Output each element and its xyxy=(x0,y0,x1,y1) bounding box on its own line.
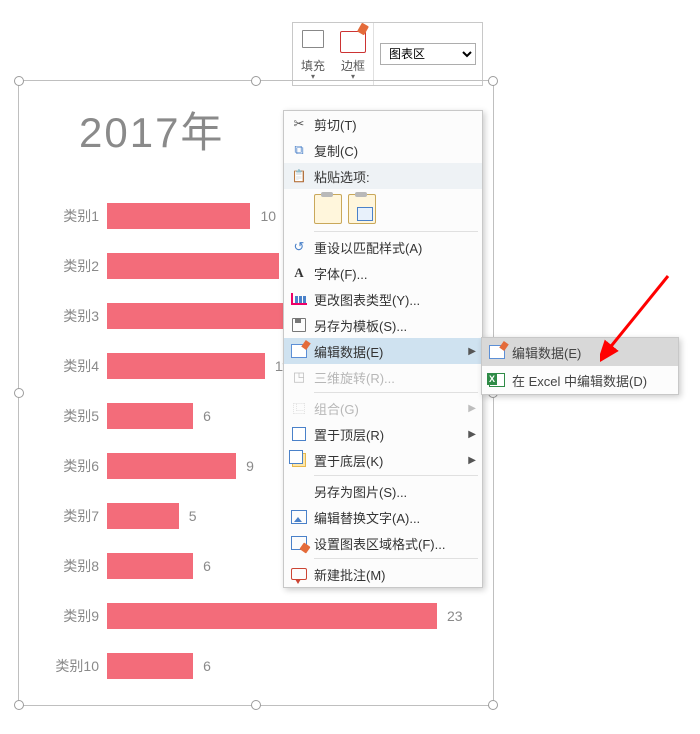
bar[interactable] xyxy=(107,353,265,379)
bar-row[interactable]: 类别10 6 xyxy=(49,641,473,691)
edit-data-icon xyxy=(284,344,314,358)
resize-handle[interactable] xyxy=(251,700,261,710)
data-label: 5 xyxy=(189,508,197,524)
outline-icon xyxy=(340,31,366,53)
menu-item-format-chart-area[interactable]: 设置图表区域格式(F)... xyxy=(284,530,482,556)
data-label: 6 xyxy=(203,658,211,674)
category-label: 类别1 xyxy=(49,206,107,226)
resize-handle[interactable] xyxy=(488,700,498,710)
font-icon xyxy=(284,265,314,281)
chart-element-selector[interactable]: 图表区 xyxy=(373,23,482,85)
menu-item-group: 组合(G) ▶ xyxy=(284,395,482,421)
outline-button[interactable]: 边框 ▾ xyxy=(333,23,373,85)
submenu-arrow-icon: ▶ xyxy=(468,429,476,440)
chart-title[interactable]: 2017年 xyxy=(79,99,224,160)
data-label: 6 xyxy=(203,408,211,424)
rotate-3d-icon xyxy=(284,369,314,385)
category-label: 类别6 xyxy=(49,456,107,476)
menu-item-save-template[interactable]: 另存为模板(S)... xyxy=(284,312,482,338)
menu-item-change-chart-type[interactable]: 更改图表类型(Y)... xyxy=(284,286,482,312)
data-label: 9 xyxy=(246,458,254,474)
data-label: 23 xyxy=(447,608,463,624)
edit-data-submenu: 编辑数据(E) 在 Excel 中编辑数据(D) xyxy=(481,337,679,395)
submenu-arrow-icon: ▶ xyxy=(468,455,476,466)
group-icon xyxy=(284,400,314,417)
format-area-icon xyxy=(284,536,314,550)
bring-front-icon xyxy=(284,427,314,441)
chart-element-select[interactable]: 图表区 xyxy=(380,43,476,65)
menu-separator xyxy=(314,392,478,393)
bar[interactable] xyxy=(107,403,193,429)
submenu-arrow-icon: ▶ xyxy=(468,346,476,357)
menu-item-reset-style[interactable]: 重设以匹配样式(A) xyxy=(284,234,482,260)
copy-icon xyxy=(284,142,314,158)
submenu-item-edit-data[interactable]: 编辑数据(E) xyxy=(482,338,678,366)
menu-separator xyxy=(314,558,478,559)
save-template-icon xyxy=(284,318,314,332)
menu-item-new-comment[interactable]: 新建批注(M) xyxy=(284,561,482,587)
paste-option-keep-formatting[interactable] xyxy=(314,194,342,224)
bar[interactable] xyxy=(107,503,179,529)
category-label: 类别7 xyxy=(49,506,107,526)
submenu-arrow-icon: ▶ xyxy=(468,403,476,414)
category-label: 类别4 xyxy=(49,356,107,376)
bar[interactable] xyxy=(107,203,250,229)
alt-text-icon xyxy=(284,510,314,524)
menu-item-font[interactable]: 字体(F)... xyxy=(284,260,482,286)
menu-item-save-as-picture[interactable]: 另存为图片(S)... xyxy=(284,478,482,504)
reset-icon xyxy=(284,239,314,255)
submenu-item-edit-in-excel[interactable]: 在 Excel 中编辑数据(D) xyxy=(482,366,678,394)
resize-handle[interactable] xyxy=(488,76,498,86)
paste-option-picture[interactable] xyxy=(348,194,376,224)
menu-header-paste: 粘贴选项: xyxy=(284,163,482,189)
fill-icon xyxy=(299,25,327,53)
category-label: 类别3 xyxy=(49,306,107,326)
category-label: 类别8 xyxy=(49,556,107,576)
bar[interactable] xyxy=(107,453,236,479)
clipboard-icon xyxy=(284,169,314,183)
chart-type-icon xyxy=(284,293,314,305)
chart-mini-toolbar: 填充 ▾ 边框 ▾ 图表区 xyxy=(292,22,483,86)
menu-separator xyxy=(314,475,478,476)
context-menu: 剪切(T) 复制(C) 粘贴选项: 重设以匹配样式(A) 字体(F)... 更改… xyxy=(283,110,483,588)
menu-item-send-to-back[interactable]: 置于底层(K) ▶ xyxy=(284,447,482,473)
data-label: 10 xyxy=(260,208,276,224)
resize-handle[interactable] xyxy=(14,76,24,86)
menu-separator xyxy=(314,231,478,232)
edit-data-icon xyxy=(482,345,512,359)
bar[interactable] xyxy=(107,553,193,579)
resize-handle[interactable] xyxy=(251,76,261,86)
comment-icon xyxy=(284,568,314,580)
bar-row[interactable]: 类别9 23 xyxy=(49,591,473,641)
category-label: 类别2 xyxy=(49,256,107,276)
excel-icon xyxy=(482,373,512,387)
scissors-icon xyxy=(284,116,314,132)
bar[interactable] xyxy=(107,603,437,629)
resize-handle[interactable] xyxy=(14,388,24,398)
menu-item-bring-to-front[interactable]: 置于顶层(R) ▶ xyxy=(284,421,482,447)
category-label: 类别10 xyxy=(49,656,107,676)
data-label: 6 xyxy=(203,558,211,574)
menu-item-alt-text[interactable]: 编辑替换文字(A)... xyxy=(284,504,482,530)
menu-item-3d-rotation: 三维旋转(R)... xyxy=(284,364,482,390)
bar[interactable] xyxy=(107,253,279,279)
fill-button[interactable]: 填充 ▾ xyxy=(293,23,333,85)
send-back-icon xyxy=(284,453,314,467)
menu-item-edit-data[interactable]: 编辑数据(E) ▶ xyxy=(284,338,482,364)
menu-item-copy[interactable]: 复制(C) xyxy=(284,137,482,163)
paste-options-row xyxy=(284,189,482,229)
category-label: 类别9 xyxy=(49,606,107,626)
menu-item-cut[interactable]: 剪切(T) xyxy=(284,111,482,137)
bar[interactable] xyxy=(107,653,193,679)
category-label: 类别5 xyxy=(49,406,107,426)
resize-handle[interactable] xyxy=(14,700,24,710)
